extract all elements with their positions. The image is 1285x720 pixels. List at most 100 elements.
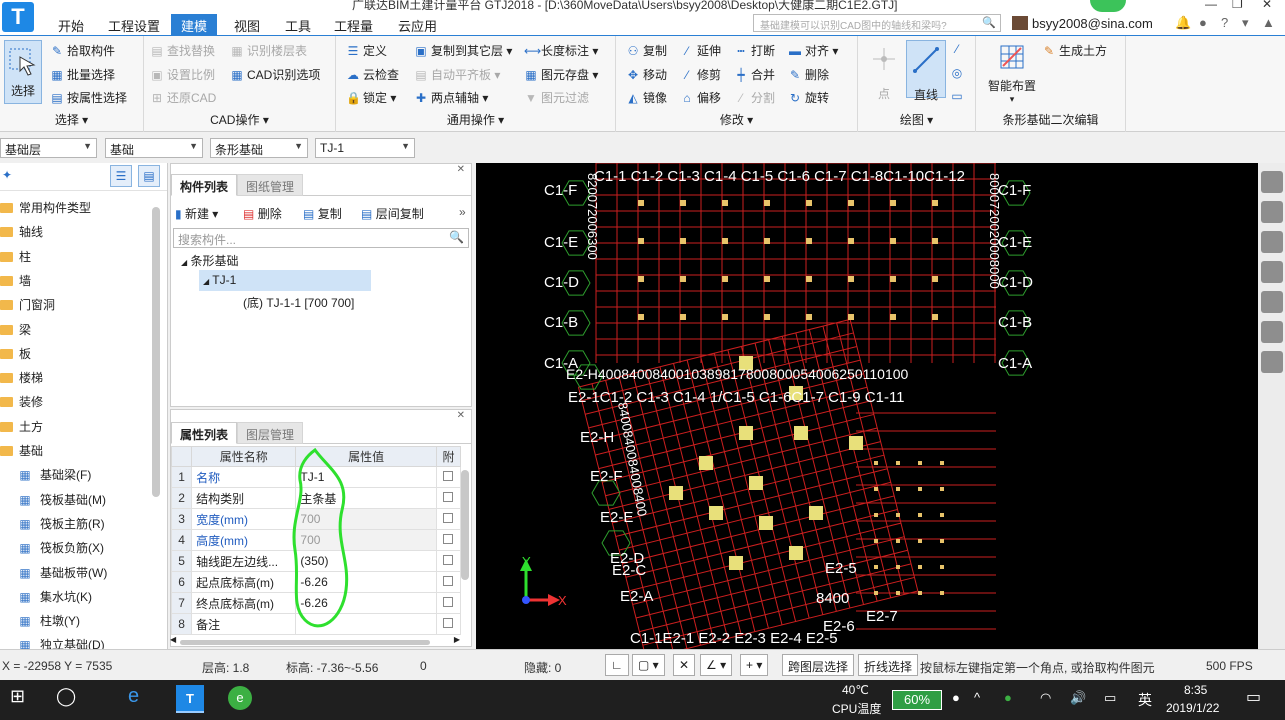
attach-checkbox[interactable]: [443, 597, 454, 607]
tree-subitem[interactable]: ▦ 柱墩(Y): [18, 612, 80, 629]
pin-icon[interactable]: ✦: [2, 168, 12, 182]
attach-cell[interactable]: [435, 466, 462, 488]
tree-node-tj1[interactable]: ◢ TJ-1: [199, 270, 371, 291]
restore-icon[interactable]: ❐: [1232, 0, 1243, 11]
type-dropdown[interactable]: 条形基础 ▼: [210, 138, 308, 158]
view-layout-icon[interactable]: [1260, 351, 1283, 373]
tab-property-list[interactable]: 属性列表: [171, 422, 238, 444]
tray-app-icon[interactable]: ●: [1004, 690, 1012, 705]
tree-subitem[interactable]: ▦ 筏板基础(M): [18, 491, 106, 508]
tree-subitem[interactable]: ▦ 筏板主筋(R): [18, 515, 104, 532]
attach-checkbox[interactable]: [443, 492, 454, 502]
view-3d-icon[interactable]: [1260, 171, 1283, 193]
attach-checkbox[interactable]: [443, 555, 454, 565]
lock-button[interactable]: 🔒 锁定 ▾: [346, 89, 396, 106]
cross-layer-select-button[interactable]: 跨图层选择: [782, 654, 855, 676]
split-button[interactable]: ⁄ 分割: [734, 89, 775, 106]
tree-folder-item[interactable]: 基础: [0, 442, 43, 459]
notification-center-icon[interactable]: ▭: [1246, 687, 1261, 707]
windows-start-icon[interactable]: ⊞: [10, 686, 25, 707]
tree-folder-item[interactable]: 柱: [0, 248, 31, 265]
trim-button[interactable]: ⁄ 修剪: [680, 66, 721, 83]
search-icon[interactable]: 🔍: [449, 230, 464, 244]
tree-folder-item[interactable]: 土方: [0, 418, 43, 435]
two-point-aux-axis-button[interactable]: ✚ 两点辅轴 ▾: [414, 89, 488, 106]
component-search-input[interactable]: 搜索构件... 🔍: [173, 228, 469, 248]
grid-view-icon[interactable]: ▤: [138, 165, 160, 187]
user-account[interactable]: bsyy2008@sina.com: [1012, 16, 1153, 31]
more-icon[interactable]: »: [459, 205, 466, 219]
tree-folder-item[interactable]: 板: [0, 345, 31, 362]
gtj-taskbar-icon[interactable]: T: [176, 685, 204, 713]
tree-folder-item[interactable]: 楼梯: [0, 369, 43, 386]
bell-icon[interactable]: 🔔: [1175, 15, 1191, 31]
delete-button[interactable]: ✎ 删除: [788, 66, 829, 83]
offset-button[interactable]: ⌂ 偏移: [680, 89, 721, 106]
help-search-input[interactable]: 基础建模可以识别CAD图中的轴线和梁吗? 🔍: [753, 14, 1001, 32]
view-top-icon[interactable]: [1260, 201, 1283, 223]
attach-cell[interactable]: [435, 508, 462, 530]
polyline-select-button[interactable]: 折线选择: [858, 654, 919, 676]
length-dimension-button[interactable]: ⟷长度标注 ▾: [524, 42, 598, 59]
define-button[interactable]: ☰ 定义: [346, 42, 387, 59]
drawing-canvas[interactable]: C1-1 C1-2 C1-3 C1-4 C1-5 C1-6 C1-7 C1-8C…: [476, 163, 1258, 649]
smart-layout-button[interactable]: 智能布置 ▾: [982, 42, 1042, 105]
arc-tool-icon[interactable]: ⁄: [950, 42, 967, 56]
property-scrollbar[interactable]: [461, 470, 469, 580]
dynamic-input-icon[interactable]: + ▾: [740, 654, 769, 676]
point-button[interactable]: 点: [864, 44, 904, 102]
attach-cell[interactable]: [435, 550, 462, 572]
ortho-toggle-icon[interactable]: ∟: [605, 654, 629, 676]
recognize-floor-table-button[interactable]: ▦ 识别楼层表: [230, 42, 307, 59]
keyboard-icon[interactable]: ▭: [1104, 690, 1116, 706]
tree-folder-item[interactable]: 装修: [0, 393, 43, 410]
minimize-icon[interactable]: —: [1205, 0, 1217, 11]
cad-options-button[interactable]: ▦ CAD识别选项: [230, 66, 320, 83]
attach-cell[interactable]: [435, 529, 462, 551]
snap-toggle-icon[interactable]: ▢ ▾: [632, 654, 665, 676]
select-button[interactable]: 选择: [4, 40, 42, 104]
tab-component-list[interactable]: 构件列表: [171, 174, 238, 196]
generate-earthwork-button[interactable]: ✎ 生成土方: [1042, 42, 1107, 59]
ime-indicator[interactable]: 英: [1138, 690, 1152, 710]
circle-tool-icon[interactable]: ◎: [950, 66, 967, 80]
battery-indicator[interactable]: 60%: [892, 690, 942, 710]
align-button[interactable]: ▬ 对齐 ▾: [788, 42, 838, 59]
search-icon[interactable]: 🔍: [982, 16, 996, 29]
zoom-icon[interactable]: [1260, 321, 1283, 343]
copy-between-floors-button[interactable]: ▤ 层间复制: [361, 205, 424, 222]
element-filter-button[interactable]: ▼ 图元过滤: [524, 89, 589, 106]
attach-checkbox[interactable]: [443, 576, 454, 586]
attach-checkbox[interactable]: [443, 471, 454, 481]
wifi-icon[interactable]: ◠: [1040, 690, 1051, 706]
tree-node-tj1-1[interactable]: (底) TJ-1-1 [700 700]: [243, 294, 354, 311]
cloud-check-button[interactable]: ☁ 云检查: [346, 66, 399, 83]
help-icon[interactable]: ?: [1221, 15, 1228, 30]
360-browser-icon[interactable]: e: [228, 686, 252, 710]
move-button[interactable]: ✥ 移动: [626, 66, 667, 83]
tree-folder-item[interactable]: 门窗洞: [0, 296, 55, 313]
menu-tools[interactable]: 工具: [285, 16, 311, 35]
copy-button[interactable]: ⚇ 复制: [626, 42, 667, 59]
extend-button[interactable]: ⁄ 延伸: [680, 42, 721, 59]
tree-subitem[interactable]: ▦ 筏板负筋(X): [18, 539, 104, 556]
attach-cell[interactable]: [435, 613, 462, 635]
cortana-icon[interactable]: ◯: [56, 686, 76, 707]
rect-tool-icon[interactable]: ▭: [950, 89, 967, 103]
angle-snap-icon[interactable]: ∠ ▾: [700, 654, 733, 676]
menu-view[interactable]: 视图: [234, 16, 260, 35]
list-view-icon[interactable]: ☰: [110, 165, 132, 187]
break-button[interactable]: ┅ 打断: [734, 42, 775, 59]
chat-icon[interactable]: ●: [1199, 15, 1207, 30]
attach-checkbox[interactable]: [443, 513, 454, 523]
menu-quantity[interactable]: 工程量: [334, 16, 373, 35]
tree-folder-item[interactable]: 墙: [0, 272, 31, 289]
volume-icon[interactable]: 🔊: [1070, 690, 1086, 706]
component-dropdown[interactable]: TJ-1 ▼: [315, 138, 415, 158]
edge-browser-icon[interactable]: e: [128, 685, 139, 708]
tree-subitem[interactable]: ▦ 集水坑(K): [18, 588, 92, 605]
merge-button[interactable]: ┿ 合并: [734, 66, 775, 83]
copy-to-other-floor-button[interactable]: ▣ 复制到其它层 ▾: [414, 42, 512, 59]
floor-dropdown[interactable]: 基础层 ▼: [0, 138, 97, 158]
set-scale-button[interactable]: ▣ 设置比例: [150, 66, 215, 83]
